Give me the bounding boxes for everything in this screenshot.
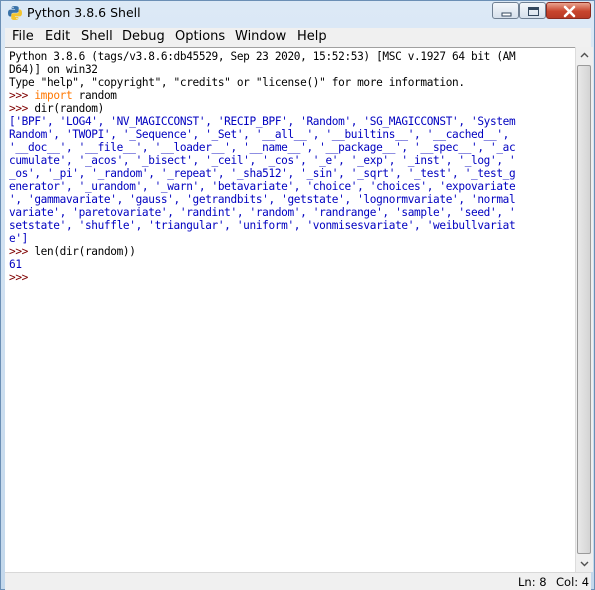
- menu-shell[interactable]: Shell: [81, 29, 113, 44]
- menu-bar: File Edit Shell Debug Options Window Hel…: [5, 28, 591, 47]
- output-line: cumulate', '_acos', '_bisect', '_ceil', …: [9, 154, 516, 167]
- scrollbar-thumb[interactable]: [577, 65, 591, 554]
- cursor-col-indicator: Col: 4: [556, 575, 590, 589]
- title-bar[interactable]: Python 3.8.6 Shell: [1, 1, 594, 25]
- maximize-button[interactable]: [519, 2, 546, 19]
- output-line: variate', 'paretovariate', 'randint', 'r…: [9, 206, 516, 219]
- idle-shell-window: Python 3.8.6 Shell File Edit Shell Debug…: [0, 0, 595, 590]
- menu-debug[interactable]: Debug: [122, 29, 165, 44]
- result-line: 61: [9, 258, 22, 271]
- output-line: '__doc__', '__file__', '__loader__', '__…: [9, 141, 516, 154]
- status-bar: Ln: 8 Col: 4: [5, 572, 591, 590]
- menu-options[interactable]: Options: [175, 29, 225, 44]
- input-line: >>> len(dir(random)): [9, 245, 136, 258]
- banner-line: D64)] on win32: [9, 63, 98, 76]
- menu-edit[interactable]: Edit: [45, 29, 70, 44]
- output-line: enerator', '_urandom', '_warn', 'betavar…: [9, 180, 516, 193]
- output-line: e']: [9, 232, 28, 245]
- output-line: ', 'gammavariate', 'gauss', 'getrandbits…: [9, 193, 516, 206]
- output-line: setstate', 'shuffle', 'triangular', 'uni…: [9, 219, 516, 232]
- maximize-icon: [528, 7, 539, 16]
- shell-prompt: >>>: [9, 271, 35, 284]
- command-text: len(dir(random)): [34, 245, 136, 258]
- shell-prompt: >>>: [9, 102, 35, 115]
- output-line: _os', '_pi', '_random', '_repeat', '_sha…: [9, 167, 516, 180]
- menu-help[interactable]: Help: [297, 29, 327, 44]
- keyword: import: [34, 89, 73, 102]
- input-line: >>> import random: [9, 89, 117, 102]
- banner-line: Python 3.8.6 (tags/v3.8.6:db45529, Sep 2…: [9, 50, 516, 63]
- output-line: Random', 'TWOPI', '_Sequence', '_Set', '…: [9, 128, 509, 141]
- minimize-icon: [501, 12, 512, 17]
- menu-window[interactable]: Window: [235, 29, 286, 44]
- command-text: random: [72, 89, 117, 102]
- shell-prompt: >>>: [9, 245, 35, 258]
- window-title: Python 3.8.6 Shell: [27, 5, 141, 20]
- cursor-line-indicator: Ln: 8: [518, 575, 547, 589]
- banner-line: Type "help", "copyright", "credits" or "…: [9, 76, 465, 89]
- close-button[interactable]: [546, 2, 591, 19]
- input-line: >>>: [9, 271, 34, 284]
- input-line: >>> dir(random): [9, 102, 104, 115]
- chevron-up-icon: [580, 52, 589, 58]
- shell-text-area[interactable]: Python 3.8.6 (tags/v3.8.6:db45529, Sep 2…: [5, 47, 575, 573]
- minimize-button[interactable]: [492, 2, 519, 19]
- command-text: dir(random): [34, 102, 104, 115]
- scroll-down-button[interactable]: [576, 555, 593, 572]
- vertical-scrollbar[interactable]: [575, 47, 593, 572]
- python-logo-icon: [8, 6, 22, 20]
- scroll-up-button[interactable]: [576, 47, 593, 64]
- close-icon: [563, 5, 576, 18]
- chevron-down-icon: [580, 561, 589, 567]
- output-line: ['BPF', 'LOG4', 'NV_MAGICCONST', 'RECIP_…: [9, 115, 516, 128]
- menu-file[interactable]: File: [12, 29, 34, 44]
- shell-prompt: >>>: [9, 89, 35, 102]
